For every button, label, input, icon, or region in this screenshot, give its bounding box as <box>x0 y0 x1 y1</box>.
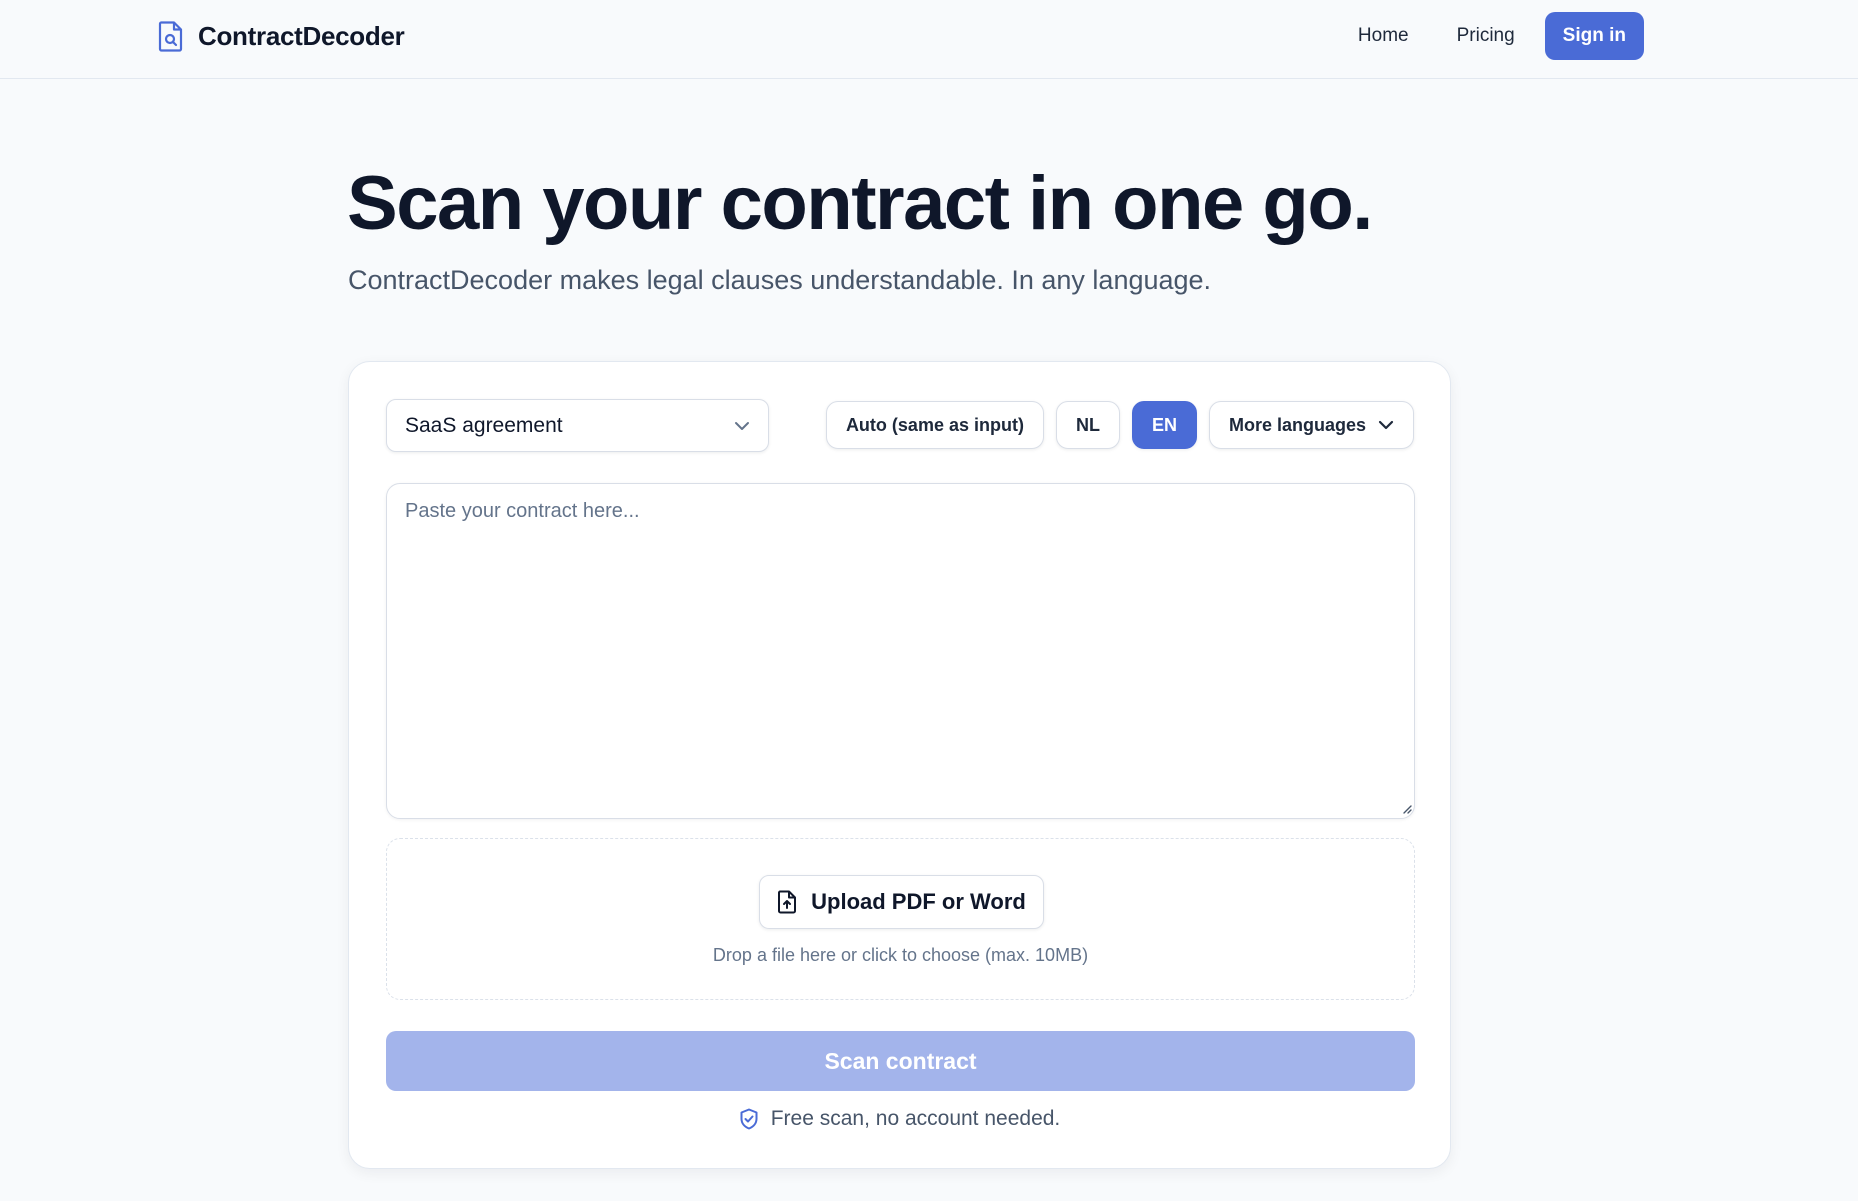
language-auto-button[interactable]: Auto (same as input) <box>825 401 1044 449</box>
sign-in-button[interactable]: Sign in <box>1544 12 1644 60</box>
page-title: Scan your contract in one go. <box>347 161 1373 246</box>
file-upload-icon <box>778 890 797 914</box>
brand-logo-link[interactable]: ContractDecoder <box>158 20 405 52</box>
dropzone-hint: Drop a file here or click to choose (max… <box>712 945 1089 965</box>
contract-text-input[interactable] <box>386 483 1415 819</box>
contract-type-select[interactable]: SaaS agreement <box>386 399 769 452</box>
free-scan-note: Free scan, no account needed. <box>349 1107 1450 1131</box>
brand-name: ContractDecoder <box>198 20 405 51</box>
chevron-down-icon <box>1378 420 1394 430</box>
more-languages-dropdown[interactable]: More languages <box>1208 401 1414 449</box>
resize-handle-icon[interactable] <box>1400 802 1412 814</box>
scan-contract-button[interactable]: Scan contract <box>386 1031 1415 1091</box>
more-languages-label: More languages <box>1228 414 1366 435</box>
output-language-group: Auto (same as input) NL EN More language… <box>825 401 1414 449</box>
upload-file-button[interactable]: Upload PDF or Word <box>759 875 1044 929</box>
document-search-icon <box>158 21 183 52</box>
upload-button-label: Upload PDF or Word <box>811 889 1026 914</box>
nav-pricing-link[interactable]: Pricing <box>1433 12 1539 60</box>
page-subtitle: ContractDecoder makes legal clauses unde… <box>348 265 1212 295</box>
chevron-down-icon <box>735 421 749 430</box>
contract-scan-card: SaaS agreement Auto (same as input) NL E… <box>348 361 1451 1169</box>
contract-type-value: SaaS agreement <box>405 413 563 437</box>
language-nl-button[interactable]: NL <box>1055 401 1120 449</box>
language-en-button[interactable]: EN <box>1131 401 1197 449</box>
main-nav: Home Pricing Sign in <box>1334 12 1644 60</box>
free-scan-note-text: Free scan, no account needed. <box>770 1107 1061 1130</box>
top-navigation-bar: ContractDecoder Home Pricing Sign in <box>0 0 1858 79</box>
file-dropzone[interactable]: Upload PDF or Word Drop a file here or c… <box>386 838 1415 1000</box>
shield-check-icon <box>740 1108 758 1130</box>
nav-home-link[interactable]: Home <box>1334 12 1433 60</box>
